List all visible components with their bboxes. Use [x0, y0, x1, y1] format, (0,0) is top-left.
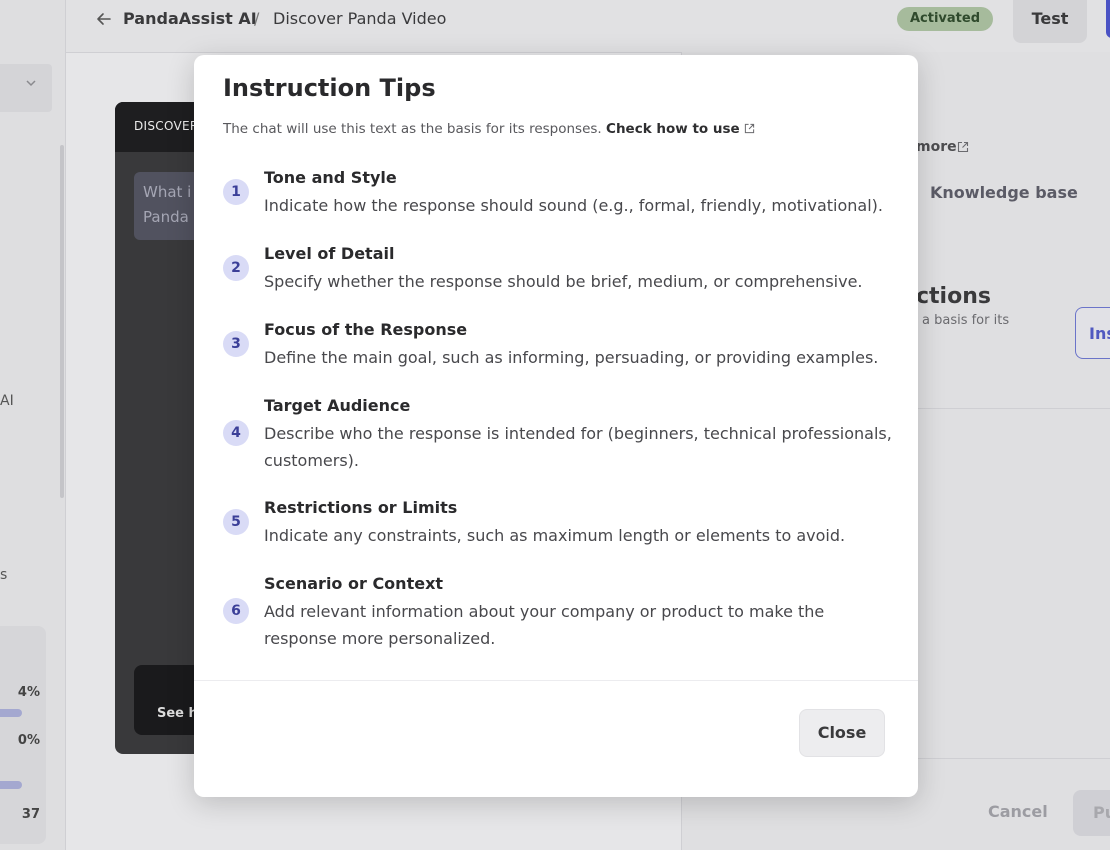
- modal-description: The chat will use this text as the basis…: [223, 121, 755, 137]
- modal-description-text: The chat will use this text as the basis…: [223, 121, 602, 137]
- stat-bar: [0, 709, 22, 717]
- breadcrumb-separator: /: [254, 9, 260, 28]
- usage-stats-card: 4% 0% 37: [0, 626, 46, 844]
- modal-footer-divider: [194, 680, 918, 681]
- primary-action-button[interactable]: [1106, 0, 1110, 38]
- tip-description: Add relevant information about your comp…: [264, 602, 825, 648]
- external-link-icon: [957, 141, 969, 153]
- sidebar-select[interactable]: [0, 64, 52, 112]
- tip-title: Restrictions or Limits: [264, 498, 458, 517]
- divider: [916, 408, 1110, 409]
- stat-bar: [0, 781, 22, 789]
- chat-message: What i Panda: [134, 172, 195, 240]
- tip-title: Focus of the Response: [264, 320, 468, 339]
- tip-title: Scenario or Context: [264, 574, 444, 593]
- tip-description: Indicate how the response should sound (…: [264, 196, 883, 215]
- tip-number: 2: [223, 255, 249, 281]
- back-arrow-icon[interactable]: [96, 11, 112, 27]
- test-button[interactable]: Test: [1013, 0, 1087, 43]
- stat-value: 0%: [17, 733, 40, 748]
- tip-number: 3: [223, 331, 249, 357]
- instructions-subtext: a basis for its: [922, 313, 1010, 328]
- check-how-to-use-link[interactable]: Check how to use: [606, 121, 740, 137]
- tip-title: Target Audience: [264, 396, 411, 415]
- tip-number: 6: [223, 598, 249, 624]
- instruction-tips-modal: Instruction Tips The chat will use this …: [194, 55, 918, 797]
- tip-title: Tone and Style: [264, 168, 397, 187]
- chat-preview-header: DISCOVER: [115, 102, 195, 152]
- chat-preview-title: DISCOVER: [134, 119, 195, 133]
- divider: [916, 758, 1110, 759]
- stat-value: 4%: [17, 685, 40, 700]
- instructions-heading: ctions: [916, 284, 991, 309]
- stat-value: 37: [21, 807, 40, 822]
- chat-preview-footer[interactable]: See h: [134, 665, 195, 735]
- status-badge: Activated: [897, 7, 993, 31]
- left-sidebar: AI s 4% 0% 37: [0, 0, 66, 850]
- tab-knowledge-base[interactable]: Knowledge base: [930, 183, 1078, 202]
- publish-button[interactable]: Pu: [1073, 790, 1110, 836]
- sidebar-item-fragment[interactable]: AI: [0, 393, 14, 409]
- breadcrumb-current: Discover Panda Video: [273, 9, 447, 28]
- external-link-icon[interactable]: [744, 123, 755, 134]
- tip-number: 1: [223, 179, 249, 205]
- tip-number: 5: [223, 509, 249, 535]
- sidebar-item-fragment[interactable]: s: [0, 567, 7, 583]
- breadcrumb-parent[interactable]: PandaAssist AI: [123, 9, 257, 28]
- instructions-button[interactable]: Ins: [1075, 307, 1110, 359]
- chat-message-text: What i: [143, 183, 192, 201]
- close-button[interactable]: Close: [799, 709, 885, 757]
- sidebar-scrollbar[interactable]: [60, 145, 64, 498]
- tip-title: Level of Detail: [264, 244, 395, 263]
- cancel-button[interactable]: Cancel: [988, 802, 1048, 821]
- tip-description: Define the main goal, such as informing,…: [264, 348, 879, 367]
- tip-description: Describe who the response is intended fo…: [264, 424, 892, 470]
- tip-description: Specify whether the response should be b…: [264, 272, 863, 291]
- tip-description: Indicate any constraints, such as maximu…: [264, 526, 846, 545]
- learn-more-link[interactable]: more: [916, 139, 957, 155]
- chat-preview: DISCOVER What i Panda See h: [115, 102, 195, 754]
- tip-number: 4: [223, 420, 249, 446]
- modal-title: Instruction Tips: [223, 74, 436, 102]
- chat-footer-text: See h: [157, 706, 195, 721]
- chat-message-text: Panda: [143, 208, 189, 226]
- chevron-down-icon: [26, 80, 36, 87]
